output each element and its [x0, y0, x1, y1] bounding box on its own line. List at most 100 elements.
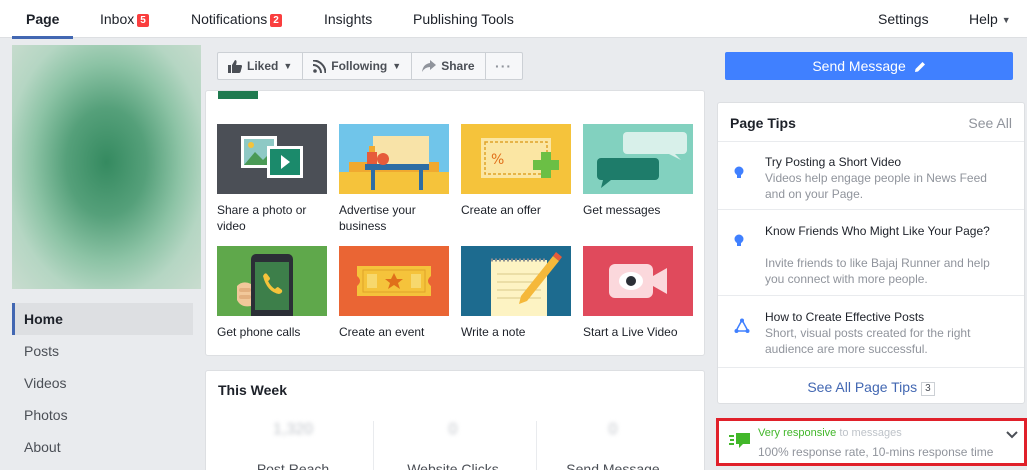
stat-label: Post Reach: [256, 461, 330, 470]
stat-value: 0: [608, 421, 618, 438]
network-nodes-icon: [734, 318, 750, 333]
stat-website-clicks[interactable]: 0 Website Clicks: [383, 421, 523, 470]
ellipsis-icon: ···: [495, 58, 513, 74]
stat-post-reach[interactable]: 1,320 Post Reach: [223, 421, 363, 470]
tip-effective-posts[interactable]: How to Create Effective Posts Short, vis…: [718, 295, 1024, 367]
tip-short-video[interactable]: Try Posting a Short Video Videos help en…: [718, 141, 1024, 209]
lightbulb-icon: [734, 166, 744, 178]
tile-label: Create an offer: [461, 203, 541, 217]
share-arrow-icon: [422, 60, 437, 72]
caret-down-icon: ▼: [392, 61, 402, 71]
fast-message-icon: [729, 433, 750, 448]
see-all-page-tips-label: See All Page Tips: [807, 379, 918, 395]
chevron-down-icon[interactable]: [1006, 431, 1018, 439]
tip-description: Short, visual posts created for the righ…: [765, 326, 971, 356]
stat-value: 0: [448, 421, 458, 438]
more-options-button[interactable]: ···: [486, 53, 522, 79]
liked-button[interactable]: Liked ▼: [218, 53, 304, 79]
tab-inbox[interactable]: Inbox 5: [100, 0, 149, 38]
tab-inbox-label: Inbox: [100, 11, 135, 27]
rss-icon: [313, 59, 327, 73]
left-nav-home[interactable]: Home: [12, 303, 193, 335]
tile-label: Get phone calls: [217, 325, 301, 339]
responsiveness-level: Very responsive: [758, 427, 837, 439]
live-video-camera-icon: [583, 246, 693, 316]
left-nav-posts[interactable]: Posts: [12, 335, 193, 367]
responsiveness-suffix: to messages: [839, 427, 902, 439]
see-all-page-tips-link[interactable]: See All Page Tips 3: [718, 367, 1024, 405]
help-menu[interactable]: Help ▼: [969, 0, 1011, 38]
tile-label: Write a note: [461, 325, 526, 339]
notifications-count-badge: 2: [270, 14, 282, 27]
share-label: Share: [441, 59, 475, 73]
tile-label: Get messages: [583, 203, 661, 217]
tips-count-badge: 3: [921, 382, 935, 396]
tab-publishing-tools-label: Publishing Tools: [413, 11, 514, 27]
tile-create-event[interactable]: Create an event: [339, 246, 449, 340]
tip-description: Videos help engage people in News Feed a…: [765, 171, 987, 201]
tile-start-live-video[interactable]: Start a Live Video: [583, 246, 693, 340]
help-label: Help: [969, 11, 998, 27]
left-nav-videos[interactable]: Videos: [12, 367, 193, 399]
send-message-label: Send Message: [812, 58, 906, 74]
tab-page-label: Page: [26, 11, 60, 27]
stat-label: Website Clicks: [407, 461, 499, 470]
stat-label: Send Message: [566, 461, 660, 470]
tile-write-note[interactable]: Write a note: [461, 246, 571, 340]
tab-settings[interactable]: Settings: [878, 0, 929, 38]
left-nav-about[interactable]: About: [12, 431, 193, 463]
see-all-link[interactable]: See All: [968, 115, 1012, 131]
tab-page[interactable]: Page: [11, 0, 75, 39]
tile-label: Start a Live Video: [583, 325, 678, 339]
caret-down-icon: ▼: [1001, 15, 1011, 25]
tab-publishing-tools[interactable]: Publishing Tools: [413, 0, 514, 38]
tile-label: Advertise your business: [339, 203, 416, 233]
send-message-button[interactable]: Send Message: [725, 52, 1013, 80]
tile-label: Share a photo or video: [217, 203, 307, 233]
settings-label: Settings: [878, 11, 929, 27]
offer-ticket-icon: %: [461, 124, 571, 194]
phone-icon: [217, 246, 327, 316]
tile-create-offer[interactable]: % Create an offer: [461, 124, 571, 218]
this-week-title: This Week: [218, 382, 287, 398]
page-action-bar: Liked ▼ Following ▼ Share ···: [217, 52, 523, 80]
chat-bubbles-icon: [583, 124, 693, 194]
create-actions-card: Share a photo or video Advertise your bu…: [205, 90, 705, 356]
tip-invite-friends[interactable]: Know Friends Who Might Like Your Page? I…: [718, 209, 1024, 295]
tile-get-messages[interactable]: Get messages: [583, 124, 693, 218]
tip-title: Try Posting a Short Video: [765, 155, 902, 169]
tile-advertise-business[interactable]: Advertise your business: [339, 124, 449, 234]
caret-down-icon: ▼: [283, 61, 293, 71]
svg-text:%: %: [491, 152, 504, 168]
tile-share-photo[interactable]: Share a photo or video: [217, 124, 327, 234]
thumbs-up-icon: [228, 59, 242, 73]
stat-divider: [536, 421, 537, 470]
share-button[interactable]: Share: [412, 53, 486, 79]
tip-description: Invite friends to like Bajaj Runner and …: [765, 256, 990, 286]
following-button[interactable]: Following ▼: [303, 53, 413, 79]
left-nav-photos[interactable]: Photos: [12, 399, 193, 431]
tab-notifications[interactable]: Notifications 2: [191, 0, 282, 38]
tip-title: How to Create Effective Posts: [765, 310, 925, 324]
event-ticket-icon: [339, 246, 449, 316]
tile-get-phone-calls[interactable]: Get phone calls: [217, 246, 327, 340]
top-nav: Page Inbox 5 Notifications 2 Insights Publ…: [0, 0, 1027, 39]
tab-insights[interactable]: Insights: [324, 0, 372, 38]
liked-label: Liked: [247, 59, 279, 73]
stat-divider: [373, 421, 374, 470]
stat-send-message[interactable]: 0 Send Message: [543, 421, 683, 470]
profile-cover-image[interactable]: [12, 45, 201, 289]
left-nav: Home Posts Videos Photos About: [12, 303, 193, 463]
tab-notifications-label: Notifications: [191, 11, 268, 27]
section-accent-bar: [218, 91, 258, 99]
responsiveness-status: Very responsive to messages: [758, 427, 902, 439]
following-label: Following: [331, 59, 388, 73]
this-week-card: This Week 1,320 Post Reach 0 Website Cli…: [205, 370, 705, 470]
storefront-icon: [339, 124, 449, 194]
tip-title: Know Friends Who Might Like Your Page?: [765, 224, 990, 238]
responsiveness-badge[interactable]: Very responsive to messages 100% respons…: [716, 418, 1027, 466]
lightbulb-icon: [734, 234, 744, 246]
inbox-count-badge: 5: [137, 14, 149, 27]
pencil-icon: [914, 62, 925, 72]
tile-label: Create an event: [339, 325, 425, 339]
